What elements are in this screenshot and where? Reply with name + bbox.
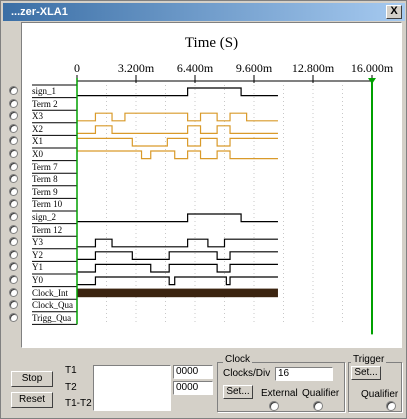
logic-analyzer-window: ...zer-XLA1 X Time (S) 0 3.200m 6.400m 9.60… [0, 0, 407, 419]
channel-radio[interactable] [9, 199, 18, 209]
channel-radio[interactable] [9, 161, 18, 171]
channel-radio[interactable] [9, 149, 18, 158]
channel-label: Clock_Qua [32, 300, 73, 311]
channel-label: X2 [32, 123, 43, 134]
channel-radio[interactable] [9, 174, 18, 184]
window-title: ...zer-XLA1 [11, 6, 68, 18]
stop-button[interactable]: Stop [11, 371, 53, 387]
clock-set-button[interactable]: Set... [223, 385, 253, 399]
clock-band [77, 288, 278, 298]
trace-x2 [77, 125, 278, 134]
channel-radio[interactable] [9, 312, 18, 322]
waveform-canvas [32, 75, 376, 335]
trace-x3 [77, 112, 278, 122]
trigger-set-button[interactable]: Set... [351, 366, 381, 380]
trace-x0 [77, 150, 278, 160]
clock-group-title: Clock [223, 354, 253, 365]
trace-sign-1 [77, 87, 278, 97]
title-bar[interactable]: ...zer-XLA1 X [3, 3, 405, 21]
channel-label: Term 8 [32, 174, 58, 185]
close-button[interactable]: X [386, 5, 402, 19]
t1-label: T1 [65, 365, 77, 376]
channel-label: X1 [32, 136, 43, 147]
channel-radio[interactable] [9, 123, 18, 133]
channel-radio[interactable] [9, 287, 18, 297]
trace-y1 [77, 263, 278, 273]
channel-label: Clock_Int [32, 287, 68, 298]
channel-radio[interactable] [9, 224, 18, 234]
channel-radio[interactable] [9, 111, 18, 121]
clocks-per-div-field[interactable]: 16 [275, 367, 333, 381]
channel-label: Y0 [32, 275, 43, 285]
t1-value: 0000 [173, 365, 213, 379]
external-label: External [261, 388, 298, 399]
channel-label: X3 [32, 111, 43, 122]
trace-y3 [77, 238, 278, 248]
control-panel: Stop Reset T1 T2 T1-T2 0000 0000 Clock C… [3, 354, 405, 416]
trigger-group-title: Trigger [351, 354, 387, 365]
trigger-qualifier-radio[interactable] [386, 401, 396, 411]
channel-label: Term 2 [32, 98, 58, 109]
clocks-per-div-label: Clocks/Div [223, 368, 271, 379]
channel-radio[interactable] [9, 136, 18, 146]
t1-t2-label: T1-T2 [65, 398, 92, 409]
cursor-readout-box [93, 365, 171, 411]
channel-radio[interactable] [9, 86, 18, 95]
channel-label: sign_2 [32, 212, 57, 222]
channel-radio[interactable] [9, 237, 18, 247]
trace-sign-2 [77, 213, 278, 223]
t2-value: 0000 [173, 381, 213, 395]
qualifier-label: Qualifier [302, 388, 340, 399]
channel-label: Term 10 [32, 199, 63, 210]
channel-radio[interactable] [9, 186, 18, 196]
trace-y2 [77, 251, 278, 260]
channel-label: sign_1 [32, 86, 57, 96]
external-radio[interactable] [269, 401, 279, 411]
channel-radio[interactable] [9, 275, 18, 284]
trace-x1 [77, 137, 278, 147]
channel-label: Y3 [32, 237, 43, 248]
channel-radio[interactable] [9, 212, 18, 221]
channel-label: Trigg_Qua [32, 312, 72, 323]
trigger-qualifier-label: Qualifier [361, 389, 399, 400]
channel-label: Y2 [32, 249, 43, 260]
qualifier-radio[interactable] [313, 401, 323, 411]
channel-label: Term 9 [32, 186, 58, 197]
t2-label: T2 [65, 382, 77, 393]
channel-radio[interactable] [9, 262, 18, 272]
channel-label: Y1 [32, 262, 43, 273]
channel-label: Term 12 [32, 224, 63, 235]
channel-label: Term 7 [32, 161, 58, 172]
channel-label: X0 [32, 149, 43, 159]
channel-radio[interactable] [9, 249, 18, 259]
waveform-plot[interactable]: Time (S) 0 3.200m 6.400m 9.600m 12.800m 16.00… [21, 22, 402, 348]
trace-y0 [77, 276, 278, 286]
reset-button[interactable]: Reset [11, 392, 53, 408]
channel-radio[interactable] [9, 300, 18, 310]
channel-radio[interactable] [9, 98, 18, 108]
